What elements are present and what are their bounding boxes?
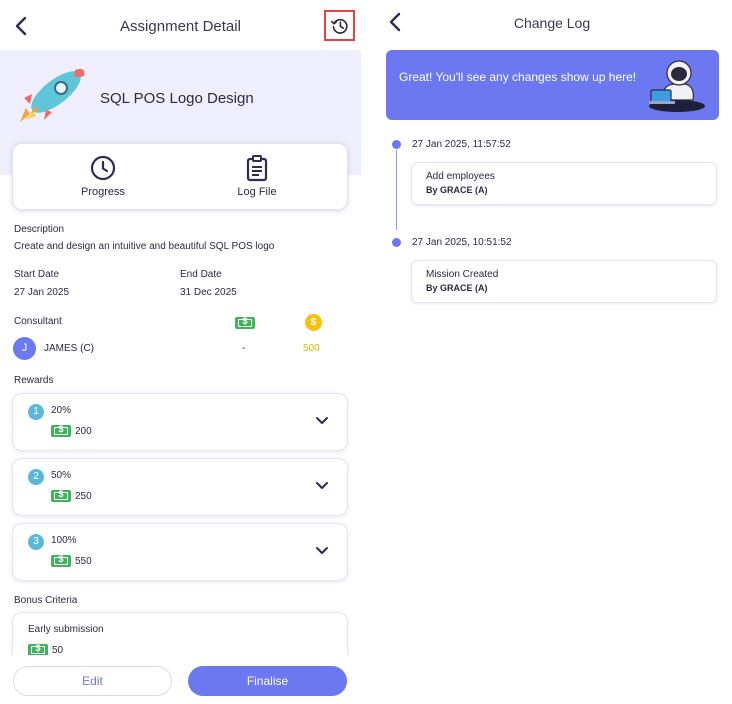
consultant-cash: -	[242, 343, 246, 354]
log-file-tab[interactable]: Log File	[197, 154, 317, 198]
timeline-dot	[392, 238, 401, 247]
assignment-detail-screen: Assignment Detail SQL POS Logo Design Pr…	[0, 0, 361, 704]
timeline-dot	[392, 140, 401, 149]
reward-amount: 550	[75, 555, 92, 567]
history-button[interactable]	[324, 10, 355, 41]
action-bar: Edit Finalise	[0, 655, 361, 704]
assignment-name: SQL POS Logo Design	[100, 90, 254, 107]
cash-icon	[51, 424, 71, 437]
end-date-label: End Date	[180, 269, 222, 280]
progress-tab[interactable]: Progress	[43, 154, 163, 198]
reward-card[interactable]: 3 100% 550	[12, 523, 348, 581]
end-date-value: 31 Dec 2025	[180, 287, 237, 298]
reward-percent: 50%	[51, 470, 72, 481]
log-entry-card: Add employees By GRACE (A)	[411, 162, 717, 205]
description-label: Description	[14, 224, 65, 235]
reward-amount-row: 200	[51, 424, 92, 437]
reward-percent: 20%	[51, 405, 72, 416]
log-timestamp: 27 Jan 2025, 11:57:52	[412, 139, 511, 150]
change-log-screen: Change Log Great! You'll see any changes…	[372, 0, 732, 704]
bonus-amount: 50	[52, 644, 64, 656]
reward-card[interactable]: 2 50% 250	[12, 458, 348, 516]
page-title: Change Log	[513, 15, 591, 31]
consultant-name: JAMES (C)	[44, 343, 94, 354]
rewards-label: Rewards	[14, 375, 54, 386]
progress-tab-label: Progress	[80, 186, 126, 198]
start-date-label: Start Date	[14, 269, 60, 280]
reward-index-badge: 1	[28, 404, 44, 420]
consultant-coins: 500	[303, 343, 320, 354]
description-text: Create and design an intuitive and beaut…	[14, 241, 275, 252]
reward-index-badge: 3	[28, 534, 44, 550]
log-entry-author: By GRACE (A)	[426, 283, 488, 293]
detail-tabs: Progress Log File	[12, 143, 348, 210]
page-title: Assignment Detail	[120, 18, 241, 35]
edit-button[interactable]: Edit	[13, 666, 172, 696]
log-entry-title: Mission Created	[426, 269, 499, 280]
log-entry-author: By GRACE (A)	[426, 185, 488, 195]
log-timestamp: 27 Jan 2025, 10:51:52	[412, 237, 512, 248]
coin-icon: $	[305, 314, 322, 331]
reward-card[interactable]: 1 20% 200	[12, 393, 348, 451]
consultant-label: Consultant	[14, 316, 62, 327]
banner-text: Great! You'll see any changes show up he…	[399, 70, 637, 84]
cash-icon	[51, 554, 71, 567]
reward-amount: 250	[75, 490, 92, 502]
log-file-tab-label: Log File	[237, 186, 277, 198]
reward-amount-row: 250	[51, 489, 92, 502]
reward-percent: 100%	[51, 535, 77, 546]
chevron-down-icon[interactable]	[315, 546, 329, 556]
header-bar: Assignment Detail	[0, 0, 361, 50]
bonus-title: Early submission	[28, 624, 104, 635]
start-date-value: 27 Jan 2025	[14, 287, 70, 298]
finalise-button[interactable]: Finalise	[188, 666, 347, 696]
cash-icon	[51, 489, 71, 502]
rocket-icon	[20, 68, 85, 122]
reward-amount: 200	[75, 425, 92, 437]
avatar: J	[13, 337, 36, 360]
log-entry-title: Add employees	[426, 171, 495, 182]
clipboard-icon	[246, 155, 268, 182]
reward-amount-row: 550	[51, 554, 92, 567]
bonus-criteria-label: Bonus Criteria	[14, 595, 78, 606]
info-banner: Great! You'll see any changes show up he…	[386, 50, 719, 120]
cash-icon	[235, 316, 255, 329]
timeline-line	[396, 150, 397, 230]
reward-index-badge: 2	[28, 469, 44, 485]
clock-icon	[90, 155, 116, 181]
astronaut-laptop-icon	[649, 60, 705, 112]
history-icon	[330, 18, 348, 34]
chevron-down-icon[interactable]	[315, 416, 329, 426]
chevron-down-icon[interactable]	[315, 481, 329, 491]
log-entry-card: Mission Created By GRACE (A)	[411, 260, 717, 303]
